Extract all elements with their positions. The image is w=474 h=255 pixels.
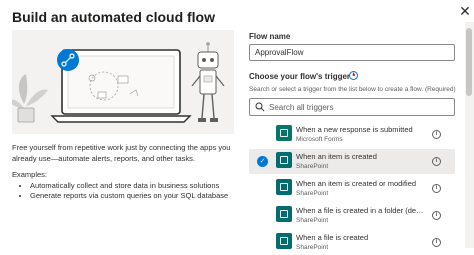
- selected-check-icon: ✓: [257, 156, 268, 167]
- trigger-info-icon[interactable]: i: [432, 211, 441, 220]
- trigger-hint: Search or select a trigger from the list…: [249, 86, 456, 93]
- trigger-connector: SharePoint: [296, 217, 329, 224]
- illustration: [12, 30, 234, 134]
- trigger-connector: SharePoint: [296, 190, 329, 197]
- trigger-connector: Microsoft Forms: [296, 136, 343, 143]
- flow-name-label: Flow name: [249, 32, 291, 41]
- sharepoint-icon: [276, 179, 292, 195]
- description-text: Free yourself from repetitive work just …: [12, 143, 231, 163]
- examples-label: Examples:: [12, 170, 48, 179]
- sharepoint-icon: [276, 206, 292, 222]
- trigger-item-sharepoint-item-created[interactable]: ✓ When an item is created SharePoint i: [249, 149, 455, 174]
- scrollbar-thumb[interactable]: [466, 28, 472, 96]
- trigger-info-icon[interactable]: i: [432, 184, 441, 193]
- robot-illustration: [191, 42, 225, 122]
- info-icon[interactable]: i: [349, 71, 358, 80]
- trigger-name: When a file is created: [296, 233, 369, 242]
- forms-icon: [276, 125, 292, 141]
- search-placeholder: Search all triggers: [269, 103, 334, 112]
- trigger-info-icon[interactable]: i: [432, 238, 441, 247]
- trigger-name: When a new response is submitted: [296, 125, 413, 134]
- trigger-connector: SharePoint: [296, 163, 329, 170]
- flow-badge-icon: [57, 49, 79, 71]
- dialog-title: Build an automated cloud flow: [12, 9, 215, 25]
- trigger-name: When an item is created: [296, 152, 377, 161]
- close-icon[interactable]: ✕: [458, 4, 472, 18]
- examples-list: Automatically collect and store data in …: [12, 181, 236, 201]
- trigger-label: Choose your flow's trigger *: [249, 72, 355, 81]
- trigger-item-sharepoint-created-or-modified[interactable]: When an item is created or modified Shar…: [249, 176, 455, 201]
- trigger-name: When an item is created or modified: [296, 179, 417, 188]
- example-item: Generate reports via custom queries on y…: [30, 191, 236, 201]
- sharepoint-icon: [276, 233, 292, 249]
- trigger-info-icon[interactable]: i: [432, 130, 441, 139]
- example-item: Automatically collect and store data in …: [30, 181, 236, 191]
- trigger-label-text: Choose your flow's trigger: [249, 72, 351, 81]
- trigger-info-icon[interactable]: i: [432, 157, 441, 166]
- flow-name-input[interactable]: [249, 44, 455, 61]
- sharepoint-icon: [276, 152, 292, 168]
- trigger-item-sharepoint-file-created[interactable]: When a file is created SharePoint i: [249, 230, 455, 255]
- trigger-item-forms-new-response[interactable]: When a new response is submitted Microso…: [249, 122, 455, 147]
- trigger-name: When a file is created in a folder (de…: [296, 206, 424, 215]
- search-icon: [255, 102, 265, 112]
- trigger-item-sharepoint-file-in-folder[interactable]: When a file is created in a folder (de… …: [249, 203, 455, 228]
- trigger-search-input[interactable]: Search all triggers: [249, 98, 455, 116]
- plant-illustration: [12, 74, 48, 123]
